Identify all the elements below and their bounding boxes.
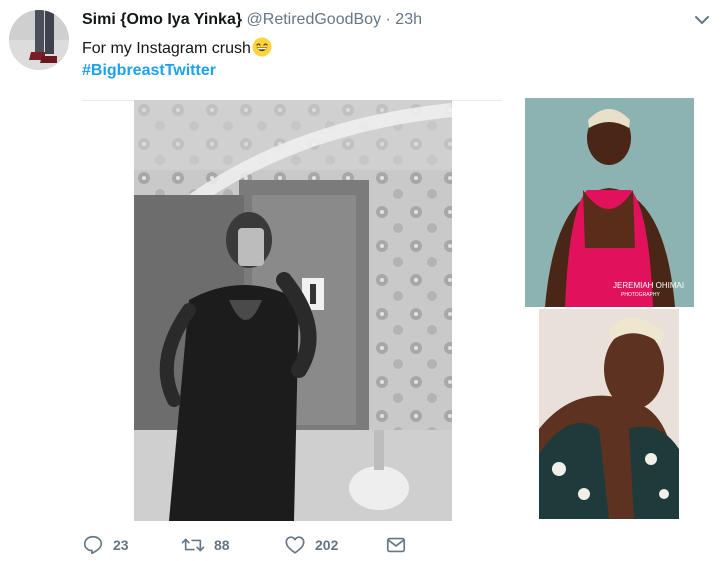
heart-icon [285,536,305,554]
photo-mirror-selfie[interactable] [134,100,452,521]
photo-selfie-floral-top[interactable] [539,309,679,519]
photo-portrait-pink-top[interactable]: JEREMIAH OHIMAI PHOTOGRAPHY [525,98,694,307]
retweet-icon [181,538,205,552]
hashtag-link[interactable]: #BigbreastTwitter [82,62,216,80]
tweet-text-content: For my Instagram crush [82,40,251,57]
avatar-image [9,10,69,70]
more-options-chevron-icon[interactable] [692,13,712,29]
like-count: 202 [315,537,339,553]
tweet-text: For my Instagram crush [82,37,272,61]
like-button[interactable]: 202 [284,533,338,557]
reply-count: 23 [113,537,129,553]
timestamp[interactable]: 23h [395,11,422,28]
envelope-icon [386,537,406,553]
separator-dot: · [385,11,391,28]
media-grid: JEREMIAH OHIMAI PHOTOGRAPHY [82,96,711,521]
grinning-face-emoji-icon [252,37,272,57]
photo-watermark: JEREMIAH OHIMAI [613,281,684,290]
tweet-header: Simi {Omo Iya Yinka} @RetiredGoodBoy · 2… [82,11,422,29]
retweet-button[interactable]: 88 [181,533,230,557]
photo-watermark-sub: PHOTOGRAPHY [621,292,660,298]
user-handle[interactable]: @RetiredGoodBoy [247,11,382,28]
display-name[interactable]: Simi {Omo Iya Yinka} [82,11,242,28]
reply-button[interactable]: 23 [82,533,129,557]
tweet-actions: 23 88 202 [82,533,682,557]
retweet-count: 88 [214,537,230,553]
avatar[interactable] [9,10,69,70]
direct-message-button[interactable] [385,533,407,557]
reply-icon [83,535,103,555]
